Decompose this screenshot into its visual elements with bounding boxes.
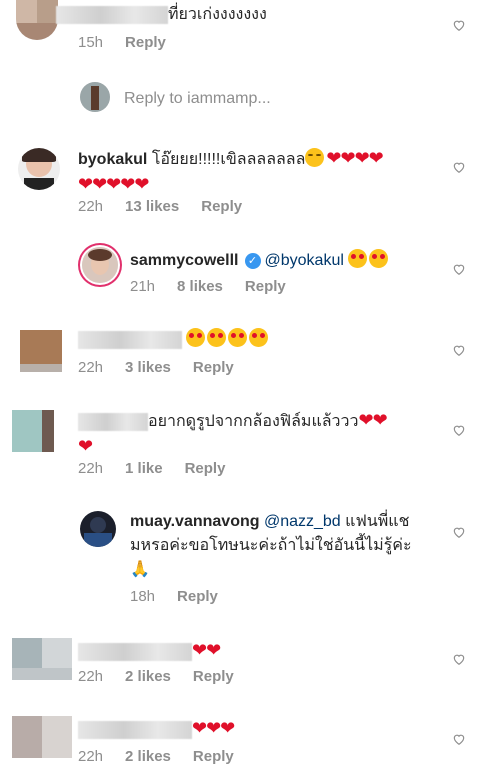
heart-emoji-icon: ❤❤❤ (192, 718, 235, 738)
reply-button[interactable]: Reply (245, 278, 286, 295)
heart-eyes-emoji-icon (249, 328, 269, 347)
like-heart-icon[interactable] (452, 525, 466, 539)
reply-button[interactable]: Reply (193, 748, 234, 765)
comment-text: ❤❤❤ (78, 716, 235, 742)
comment-meta: 21h 8 likes Reply (130, 278, 308, 295)
comment-text: sammycowelll ✓ @byokakul (130, 249, 390, 273)
comment-body: แฟนพี่แช (345, 513, 410, 530)
verified-badge-icon: ✓ (244, 253, 261, 269)
avatar[interactable] (16, 0, 58, 40)
username-link[interactable]: byokakul (78, 151, 147, 168)
avatar (80, 82, 110, 112)
likes-count[interactable]: 13 likes (125, 198, 179, 215)
comment-meta: 22h 1 like Reply (78, 460, 247, 477)
timestamp: 22h (78, 198, 104, 215)
folded-hands-emoji-icon: 🙏 (130, 561, 150, 578)
comment-text: ❤❤ (78, 638, 221, 664)
reply-button[interactable]: Reply (201, 198, 242, 215)
heart-eyes-emoji-icon (186, 328, 206, 347)
comment-meta: 22h 2 likes Reply (78, 748, 256, 765)
blurred-username (78, 412, 148, 431)
comment-body: อยากดูรูปจากกล้องฟิล์มแล้ววว (148, 413, 359, 430)
avatar[interactable] (12, 638, 72, 680)
username-link[interactable]: muay.vannavong (130, 513, 260, 530)
like-heart-icon[interactable] (452, 343, 466, 357)
timestamp: 22h (78, 748, 104, 765)
comment-meta: 15h Reply (78, 34, 188, 51)
blurred-username (78, 330, 182, 349)
like-heart-icon[interactable] (452, 423, 466, 437)
heart-eyes-emoji-icon (369, 249, 389, 268)
timestamp: 22h (78, 668, 104, 685)
comment-text: อยากดูรูปจากกล้องฟิล์มแล้ววว❤❤ ❤ (78, 408, 438, 460)
heart-eyes-emoji-icon (348, 249, 368, 268)
comment-text: ที่ยวเก่งงงงงงง (56, 3, 267, 27)
heart-emoji-icon: ❤❤ (358, 410, 388, 430)
grin-emoji-icon (305, 148, 325, 167)
blurred-username (56, 5, 168, 24)
heart-emoji-icon: ❤❤ (192, 640, 221, 660)
comment-meta: 22h 13 likes Reply (78, 198, 264, 215)
like-heart-icon[interactable] (452, 262, 466, 276)
blurred-username (78, 642, 192, 661)
comment-meta: 22h 2 likes Reply (78, 668, 256, 685)
timestamp: 22h (78, 359, 104, 376)
username-link[interactable]: sammycowelll (130, 252, 239, 269)
comment-body: ที่ยวเก่งงงงงงง (168, 6, 267, 23)
comment-meta: 18h Reply (130, 588, 240, 605)
reply-button[interactable]: Reply (185, 460, 226, 477)
timestamp: 18h (130, 588, 156, 605)
comment-meta: 22h 3 likes Reply (78, 359, 256, 376)
avatar[interactable] (80, 511, 116, 547)
likes-count[interactable]: 2 likes (125, 668, 171, 685)
reply-input[interactable]: Reply to iammamp... (124, 90, 271, 108)
comment-text: muay.vannavong @nazz_bd แฟนพี่แช มหรอค่ะ… (130, 510, 450, 582)
heart-eyes-emoji-icon (207, 328, 227, 347)
reply-button[interactable]: Reply (125, 34, 166, 51)
avatar[interactable] (12, 716, 72, 758)
comment-body-continued: มหรอค่ะขอโทษนะค่ะถ้าไม่ใช่อันนี้ไม่รู้ค่… (130, 537, 412, 554)
likes-count[interactable]: 3 likes (125, 359, 171, 376)
heart-eyes-emoji-icon (228, 328, 248, 347)
mention-link[interactable]: @nazz_bd (264, 513, 341, 530)
comment-text (78, 328, 270, 352)
reply-button[interactable]: Reply (177, 588, 218, 605)
comment-text: byokakul โอ๊ยยย!!!!!เขิลลลลลลล ❤❤❤❤ ❤❤❤❤❤ (78, 146, 438, 198)
likes-count[interactable]: 1 like (125, 460, 163, 477)
avatar[interactable] (18, 148, 60, 190)
reply-button[interactable]: Reply (193, 668, 234, 685)
avatar[interactable] (20, 330, 62, 372)
timestamp: 21h (130, 278, 156, 295)
heart-emoji-icon: ❤ (78, 436, 93, 456)
reply-button[interactable]: Reply (193, 359, 234, 376)
heart-emoji-icon: ❤❤❤❤❤ (78, 174, 149, 194)
like-heart-icon[interactable] (452, 18, 466, 32)
avatar[interactable] (82, 247, 118, 283)
like-heart-icon[interactable] (452, 732, 466, 746)
timestamp: 15h (78, 34, 104, 51)
like-heart-icon[interactable] (452, 652, 466, 666)
heart-emoji-icon: ❤❤❤❤ (326, 148, 383, 168)
timestamp: 22h (78, 460, 104, 477)
likes-count[interactable]: 2 likes (125, 748, 171, 765)
comment-body: โอ๊ยยย!!!!!เขิลลลลลลล (151, 151, 306, 168)
avatar[interactable] (12, 410, 54, 452)
likes-count[interactable]: 8 likes (177, 278, 223, 295)
mention-link[interactable]: @byokakul (265, 252, 344, 269)
blurred-username (78, 720, 192, 739)
like-heart-icon[interactable] (452, 160, 466, 174)
